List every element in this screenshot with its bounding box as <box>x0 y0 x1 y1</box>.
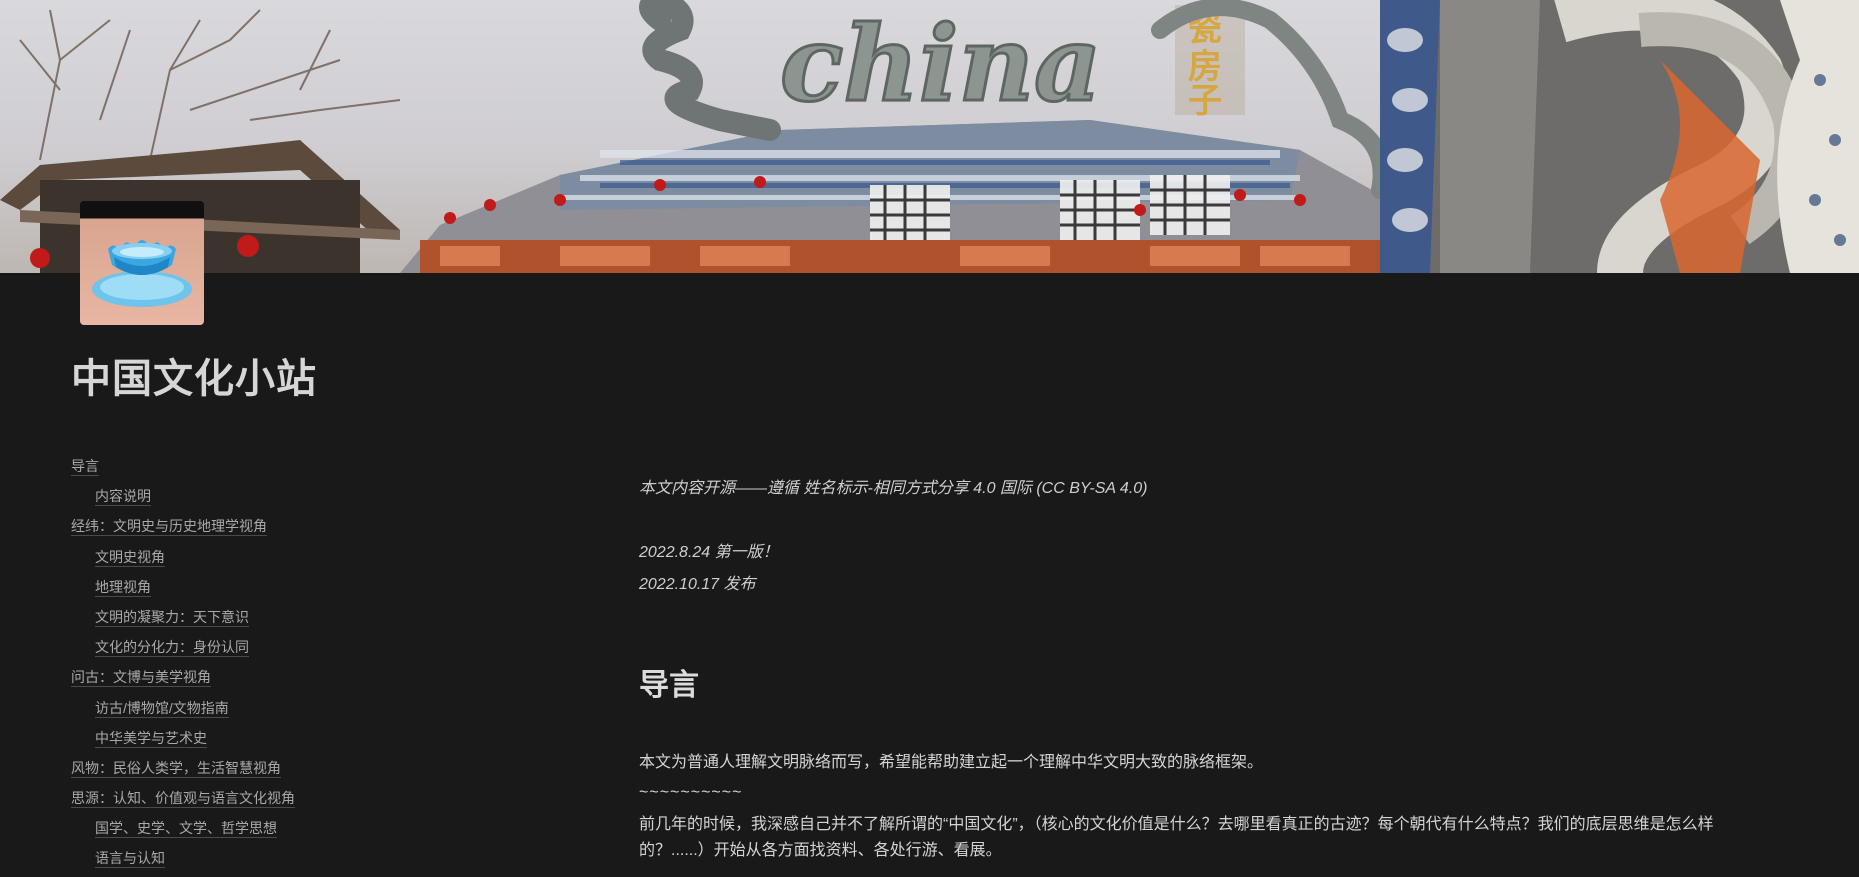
toc-item-cognition-values[interactable]: 思源：认知、价值观与语言文化视角 <box>71 786 531 816</box>
toc-item-museums-aesthetics[interactable]: 问古：文博与美学视角 <box>71 665 531 695</box>
toc-item-museum-guide[interactable]: 访古/博物馆/文物指南 <box>71 696 531 726</box>
china-sign: china <box>780 2 1101 125</box>
toc-item-civilization-history[interactable]: 文明史视角 <box>71 545 531 575</box>
table-of-contents: 导言 内容说明 经纬：文明史与历史地理学视角 文明史视角 地理视角 文明的凝聚力… <box>71 454 531 877</box>
toc-item-geography[interactable]: 地理视角 <box>71 575 531 605</box>
page-title: 中国文化小站 <box>71 357 317 401</box>
toc-item-content-notes[interactable]: 内容说明 <box>71 484 531 514</box>
license-note: 本文内容开源——遵循 姓名标示-相同方式分享 4.0 国际 (CC BY-SA … <box>639 480 1148 497</box>
toc-item-classics[interactable]: 国学、史学、文学、哲学思想 <box>71 816 531 846</box>
version-note-2: 2022.10.17 发布 <box>639 576 756 593</box>
version-note-1: 2022.8.24 第一版！ <box>639 544 779 561</box>
toc-item-language[interactable]: 语言与认知 <box>71 846 531 876</box>
cover-photo-porcelain-house: china 瓷 房 子 <box>0 0 1859 273</box>
toc-item-intro[interactable]: 导言 <box>71 454 531 484</box>
paragraph: 本文为普通人理解文明脉络而写，希望能帮助建立起一个理解中华文明大致的脉络框架。 <box>639 754 1264 771</box>
divider-text: ~~~~~~~~~~ <box>639 784 743 801</box>
toc-item-identity[interactable]: 文化的分化力：身份认同 <box>71 635 531 665</box>
cover-image: china 瓷 房 子 <box>0 0 1859 273</box>
heading-intro: 导言 <box>639 669 699 702</box>
page-icon[interactable] <box>80 201 204 325</box>
toc-item-cohesion[interactable]: 文明的凝聚力：天下意识 <box>71 605 531 635</box>
lotus-bowl-icon <box>92 240 192 307</box>
toc-item-folklore[interactable]: 风物：民俗人类学，生活智慧视角 <box>71 756 531 786</box>
toc-item-civilization-geography[interactable]: 经纬：文明史与历史地理学视角 <box>71 514 531 544</box>
toc-item-art-history[interactable]: 中华美学与艺术史 <box>71 726 531 756</box>
paragraph: 前几年的时候，我深感自己并不了解所谓的“中国文化”，（核心的文化价值是什么？去哪… <box>639 816 1714 859</box>
